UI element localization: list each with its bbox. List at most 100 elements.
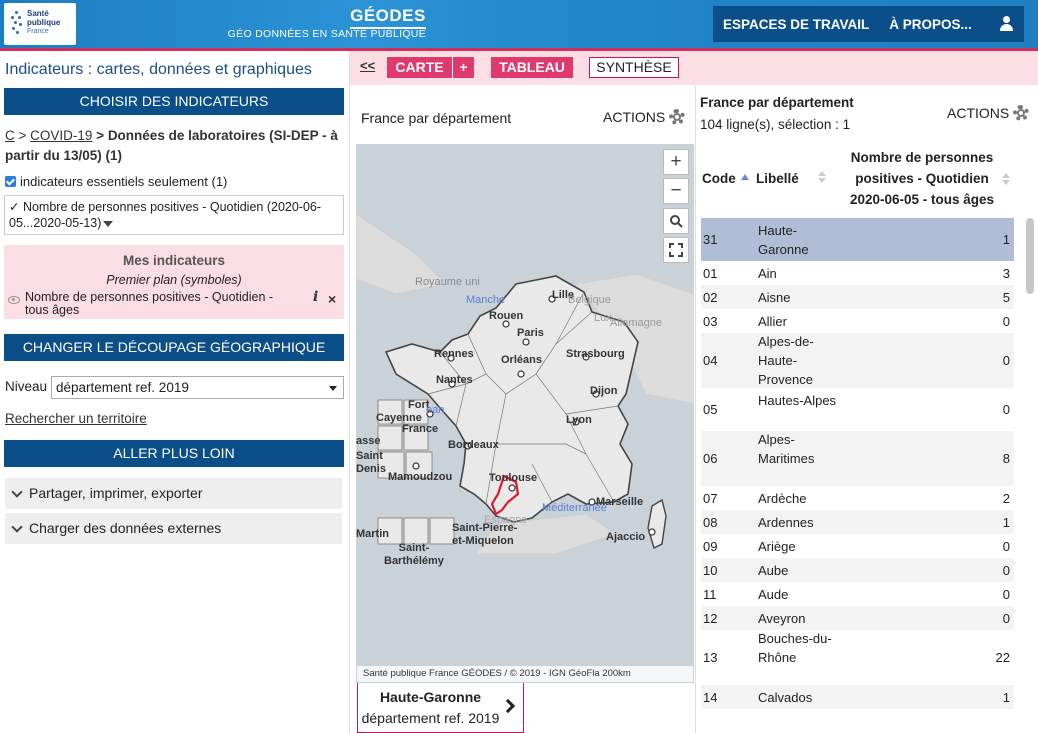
niveau-select[interactable]: département ref. 2019 — [51, 376, 344, 399]
search-territory-link[interactable]: Rechercher un territoire — [5, 411, 147, 426]
table-row[interactable]: 04 Alpes-de-Haute-Provence 0 — [701, 333, 1014, 388]
sante-publique-logo[interactable]: Santé publique France — [4, 3, 76, 45]
table-header: Code Libellé Nombre de personnes positiv… — [700, 147, 1018, 207]
mes-indicateurs-title: Mes indicateurs — [122, 253, 226, 268]
table-row[interactable]: 03 Allier 0 — [701, 309, 1014, 333]
zoom-out-button[interactable]: − — [663, 178, 689, 204]
column-header-code[interactable]: Code — [702, 168, 736, 189]
cell-libelle: Haute-Garonne — [758, 222, 809, 257]
cell-libelle: Aisne — [758, 289, 791, 305]
cell-libelle: Ain — [758, 265, 777, 281]
breadcrumb-c[interactable]: C — [5, 128, 15, 143]
cell-value: 5 — [1002, 289, 1010, 305]
logo-dots-icon — [11, 11, 23, 35]
map-label-rennes: Rennes — [434, 348, 474, 360]
nav-a-propos[interactable]: À PROPOS... — [879, 17, 982, 32]
cell-code: 09 — [703, 538, 718, 554]
map-label-allemagne: Allemagne — [610, 317, 662, 329]
breadcrumb-separator: > — [14, 128, 31, 143]
cell-libelle: Aveyron — [758, 610, 806, 626]
top-navigation: ESPACES DE TRAVAIL À PROPOS... — [713, 6, 1024, 42]
choose-indicators-button[interactable]: CHOISIR DES INDICATEURS — [4, 88, 344, 115]
user-icon[interactable] — [998, 15, 1016, 33]
map-actions-button[interactable]: ACTIONS — [603, 109, 686, 125]
panel-title: Indicateurs : cartes, données et graphiq… — [5, 61, 312, 78]
nav-espaces-de-travail[interactable]: ESPACES DE TRAVAIL — [713, 17, 879, 32]
breadcrumb-separator: > — [92, 128, 108, 143]
checkbox-checked-icon[interactable] — [5, 176, 16, 187]
aller-plus-loin-button[interactable]: ALLER PLUS LOIN — [4, 440, 344, 467]
search-icon[interactable] — [663, 208, 689, 234]
table-row[interactable]: 13 Bouches-du-Rhône 22 — [701, 630, 1014, 685]
accordion-partager[interactable]: Partager, imprimer, exporter — [5, 478, 342, 509]
map-labels: Royaume uni Manche Lille Belgique Lux. A… — [356, 144, 694, 683]
cell-libelle: Bouches-du-Rhône — [758, 631, 832, 665]
selected-territory-card[interactable]: Haute-Garonne département ref. 2019 — [357, 683, 524, 733]
map-label-france: France — [402, 423, 439, 435]
my-indicator-item: Nombre de personnes positives - Quotidie… — [25, 290, 274, 317]
table-row[interactable]: 06 Alpes-Maritimes 8 — [701, 431, 1014, 486]
change-decoupage-button[interactable]: CHANGER LE DÉCOUPAGE GÉOGRAPHIQUE — [4, 334, 344, 361]
sort-icon[interactable] — [1002, 173, 1010, 178]
cell-libelle: Alpes-Maritimes — [758, 432, 815, 466]
column-header-value[interactable]: Nombre de personnes positives - Quotidie… — [840, 147, 1004, 210]
sort-icon[interactable] — [818, 171, 826, 176]
table-row[interactable]: 15Cantal0 — [701, 709, 1014, 710]
app-title[interactable]: GÉODES — [350, 6, 426, 29]
table-row[interactable]: 14 Calvados 1 — [701, 685, 1014, 709]
table-row[interactable]: 01 Ain 3 — [701, 261, 1014, 285]
essentials-label: indicateurs essentiels seulement (1) — [20, 174, 228, 189]
cell-value: 0 — [1002, 353, 1010, 368]
cell-code: 06 — [703, 451, 718, 466]
indicator-select-value: ✓ Nombre de personnes positives - Quotid… — [9, 200, 322, 230]
accordion-label: Partager, imprimer, exporter — [29, 485, 203, 501]
gear-icon — [1013, 105, 1030, 121]
map-canvas[interactable]: Royaume uni Manche Lille Belgique Lux. A… — [356, 144, 694, 683]
cell-value: 1 — [1002, 514, 1010, 530]
chevron-down-icon — [11, 486, 23, 498]
sort-asc-icon[interactable] — [741, 174, 749, 180]
close-icon[interactable]: × — [328, 291, 336, 307]
table-row[interactable]: 31 Haute-Garonne 1 — [701, 218, 1014, 261]
column-header-libelle[interactable]: Libellé — [756, 168, 799, 189]
cell-value: 8 — [1002, 451, 1010, 466]
table-row[interactable]: 11 Aude 0 — [701, 582, 1014, 606]
zoom-in-button[interactable]: + — [663, 149, 689, 175]
sort-icon[interactable] — [1002, 180, 1010, 185]
premier-plan-label: Premier plan (symboles) — [106, 273, 242, 287]
cell-value: 0 — [1002, 586, 1010, 602]
table-row[interactable]: 02 Aisne 5 — [701, 285, 1014, 309]
eye-icon[interactable] — [8, 296, 20, 304]
map-label-manche: Manche — [466, 294, 506, 306]
info-icon[interactable]: i — [313, 289, 318, 305]
breadcrumb-covid[interactable]: COVID-19 — [30, 128, 92, 143]
breadcrumb: C > COVID-19 > Données de laboratoires (… — [5, 126, 345, 166]
accordion-charger[interactable]: Charger des données externes — [5, 513, 342, 544]
app-header: Santé publique France GÉODES GÉO DONNÉES… — [0, 0, 1038, 51]
table-row[interactable]: 09 Ariège 0 — [701, 534, 1014, 558]
table-row[interactable]: 05 Hautes-Alpes 0 — [701, 388, 1014, 431]
app-subtitle: GÉO DONNÉES EN SANTÉ PUBLIQUE — [227, 28, 426, 40]
map-label-mediterranee: Méditerranée — [542, 502, 607, 514]
logo-subtext: France — [27, 28, 49, 35]
cell-value: 22 — [995, 650, 1010, 665]
map-label-ajaccio: Ajaccio — [606, 531, 646, 543]
map-title: France par département — [361, 110, 512, 126]
table-scrollbar[interactable] — [1026, 218, 1034, 294]
sort-icon[interactable] — [818, 178, 826, 183]
table-actions-button[interactable]: ACTIONS — [947, 105, 1030, 121]
table-row[interactable]: 12 Aveyron 0 — [701, 606, 1014, 630]
cell-code: 14 — [703, 689, 718, 705]
table-row[interactable]: 07 Ardèche 2 — [701, 486, 1014, 510]
indicator-select[interactable]: ✓ Nombre de personnes positives - Quotid… — [4, 195, 344, 235]
map-actions-label: ACTIONS — [603, 109, 666, 125]
map-label-royaume: Royaume uni — [415, 276, 480, 288]
niveau-label: Niveau — [5, 379, 48, 394]
table-row[interactable]: 10 Aube 0 — [701, 558, 1014, 582]
fullscreen-icon[interactable] — [663, 237, 689, 263]
chevron-right-icon[interactable] — [500, 698, 516, 714]
cell-code: 05 — [703, 402, 718, 417]
map-label-saint-barthelemy: Saint- Barthélémy — [384, 542, 444, 567]
essentials-checkbox-row[interactable]: indicateurs essentiels seulement (1) — [5, 174, 227, 189]
table-row[interactable]: 08 Ardennes 1 — [701, 510, 1014, 534]
